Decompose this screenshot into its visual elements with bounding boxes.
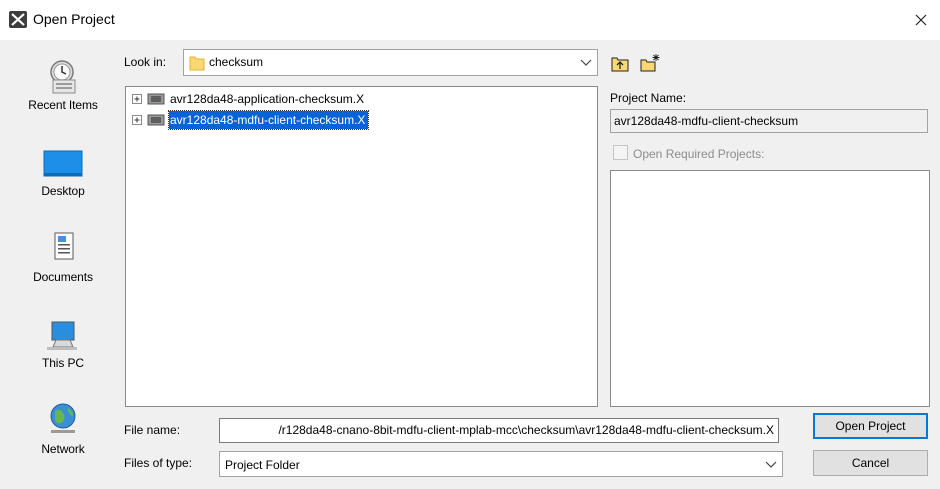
look-in-label: Look in:: [124, 55, 167, 69]
file-name-value: /r128da48-cnano-8bit-mdfu-client-mplab-m…: [278, 423, 774, 437]
title-bar: [0, 0, 940, 40]
place-label: Network: [41, 442, 85, 456]
project-chip-icon: [147, 114, 165, 126]
this-pc-icon: [47, 321, 77, 350]
open-project-button[interactable]: Open Project: [813, 413, 928, 439]
place-label: Documents: [33, 270, 93, 284]
recent-items-icon: [50, 60, 76, 94]
project-name-label: Project Name:: [610, 91, 687, 105]
up-one-level-icon[interactable]: [609, 52, 631, 74]
place-label: This PC: [42, 356, 84, 370]
files-of-type-value: Project Folder: [225, 458, 300, 472]
place-label: Desktop: [41, 184, 85, 198]
file-list[interactable]: avr128da48-application-checksum.X avr128…: [125, 86, 598, 407]
open-required-checkbox[interactable]: [613, 145, 628, 160]
chevron-down-icon[interactable]: [760, 452, 782, 476]
chevron-down-icon[interactable]: [575, 50, 597, 75]
expand-icon[interactable]: [132, 94, 142, 104]
look-in-value: checksum: [209, 55, 264, 69]
files-of-type-dropdown[interactable]: Project Folder: [219, 451, 783, 477]
new-folder-icon[interactable]: [639, 52, 661, 74]
project-chip-icon: [147, 93, 165, 105]
close-icon[interactable]: [908, 8, 934, 32]
look-in-dropdown[interactable]: checksum: [183, 49, 598, 76]
places-sidebar: Recent Items Desktop Documents This PC N…: [13, 47, 113, 475]
file-name-label: File name:: [124, 423, 181, 437]
app-logo-icon: [9, 11, 27, 28]
project-name-field: avr128da48-mdfu-client-checksum: [610, 109, 928, 133]
place-this-pc[interactable]: This PC: [13, 305, 113, 387]
files-of-type-label: Files of type:: [124, 456, 193, 470]
open-required-label: Open Required Projects:: [633, 147, 765, 161]
documents-icon: [54, 232, 74, 260]
folder-icon: [189, 56, 205, 71]
network-icon: [50, 403, 76, 433]
place-recent-items[interactable]: Recent Items: [13, 47, 113, 129]
place-label: Recent Items: [28, 98, 98, 112]
window-title: Open Project: [33, 11, 115, 27]
required-projects-list[interactable]: [610, 170, 930, 407]
desktop-icon: [43, 150, 83, 177]
place-network[interactable]: Network: [13, 391, 113, 473]
place-documents[interactable]: Documents: [13, 219, 113, 301]
expand-icon[interactable]: [132, 115, 142, 125]
file-name-label: avr128da48-application-checksum.X: [170, 92, 365, 106]
place-desktop[interactable]: Desktop: [13, 133, 113, 215]
file-name-label: avr128da48-mdfu-client-checksum.X: [167, 110, 370, 130]
cancel-button[interactable]: Cancel: [813, 450, 928, 476]
file-name-input[interactable]: /r128da48-cnano-8bit-mdfu-client-mplab-m…: [219, 418, 779, 443]
